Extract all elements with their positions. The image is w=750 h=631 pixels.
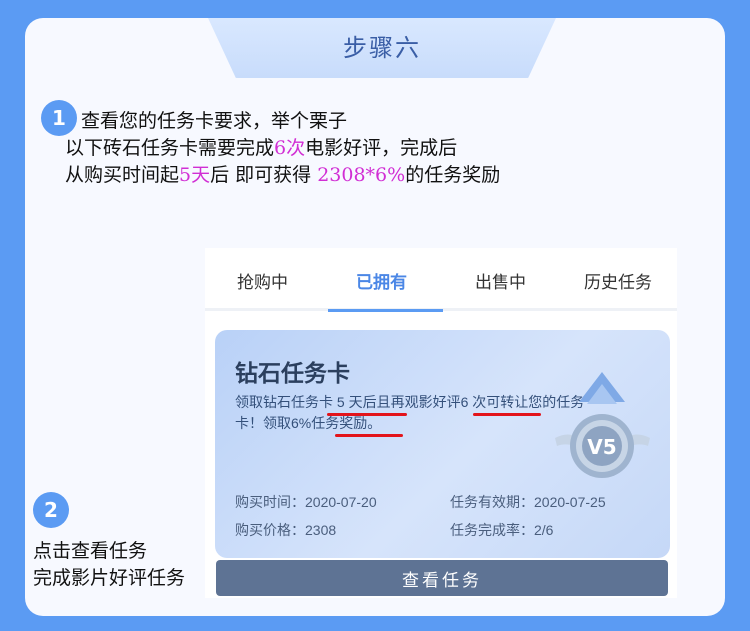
step-1-line-1: 查看您的任务卡要求，举个栗子 <box>81 110 348 132</box>
step-2-badge: 2 <box>33 492 69 528</box>
view-task-button[interactable]: 查看任务 <box>216 560 668 596</box>
highlight-count: 6次 <box>274 137 306 159</box>
highlight-days: 5天 <box>179 164 211 186</box>
valid-until: 任务有效期：2020-07-25 <box>450 494 606 510</box>
highlight-reward: 2308*6% <box>317 164 406 186</box>
step-title: 步骤六 <box>343 34 421 62</box>
tab-buying[interactable]: 抢购中 <box>237 268 288 293</box>
tab-bar: 抢购中 已拥有 出售中 历史任务 <box>205 248 677 311</box>
emblem-label: V5 <box>587 435 616 459</box>
purchase-price: 购买价格：2308 <box>235 522 337 538</box>
step-1-line-2: 以下砖石任务卡需要完成6次电影好评，完成后 <box>65 137 458 159</box>
tab-selling[interactable]: 出售中 <box>475 268 526 293</box>
completion-rate: 任务完成率：2/6 <box>450 522 554 538</box>
purchase-time: 购买时间：2020-07-20 <box>235 494 377 510</box>
v5-emblem-icon: V5 <box>555 372 650 478</box>
step-1-badge: 1 <box>41 100 77 136</box>
active-tab-indicator <box>328 309 443 312</box>
step-2-line-1: 点击查看任务 <box>33 540 148 562</box>
step-2-line-2: 完成影片好评任务 <box>33 567 186 589</box>
tab-owned[interactable]: 已拥有 <box>356 268 407 293</box>
diamond-task-card[interactable]: 钻石任务卡 领取钻石任务卡 5 天后且再观影好评6 次可转让您的任务卡！领取6%… <box>215 330 670 558</box>
annotation-underline-days <box>327 413 407 416</box>
task-card-title: 钻石任务卡 <box>235 360 350 386</box>
step-1-line-3: 从购买时间起5天后 即可获得 2308*6%的任务奖励 <box>65 164 501 186</box>
annotation-underline-count <box>473 413 541 416</box>
tab-history[interactable]: 历史任务 <box>584 268 652 293</box>
app-panel: 抢购中 已拥有 出售中 历史任务 钻石任务卡 领取钻石任务卡 5 天后且再观影好… <box>205 248 677 598</box>
annotation-underline-reward <box>335 434 403 437</box>
